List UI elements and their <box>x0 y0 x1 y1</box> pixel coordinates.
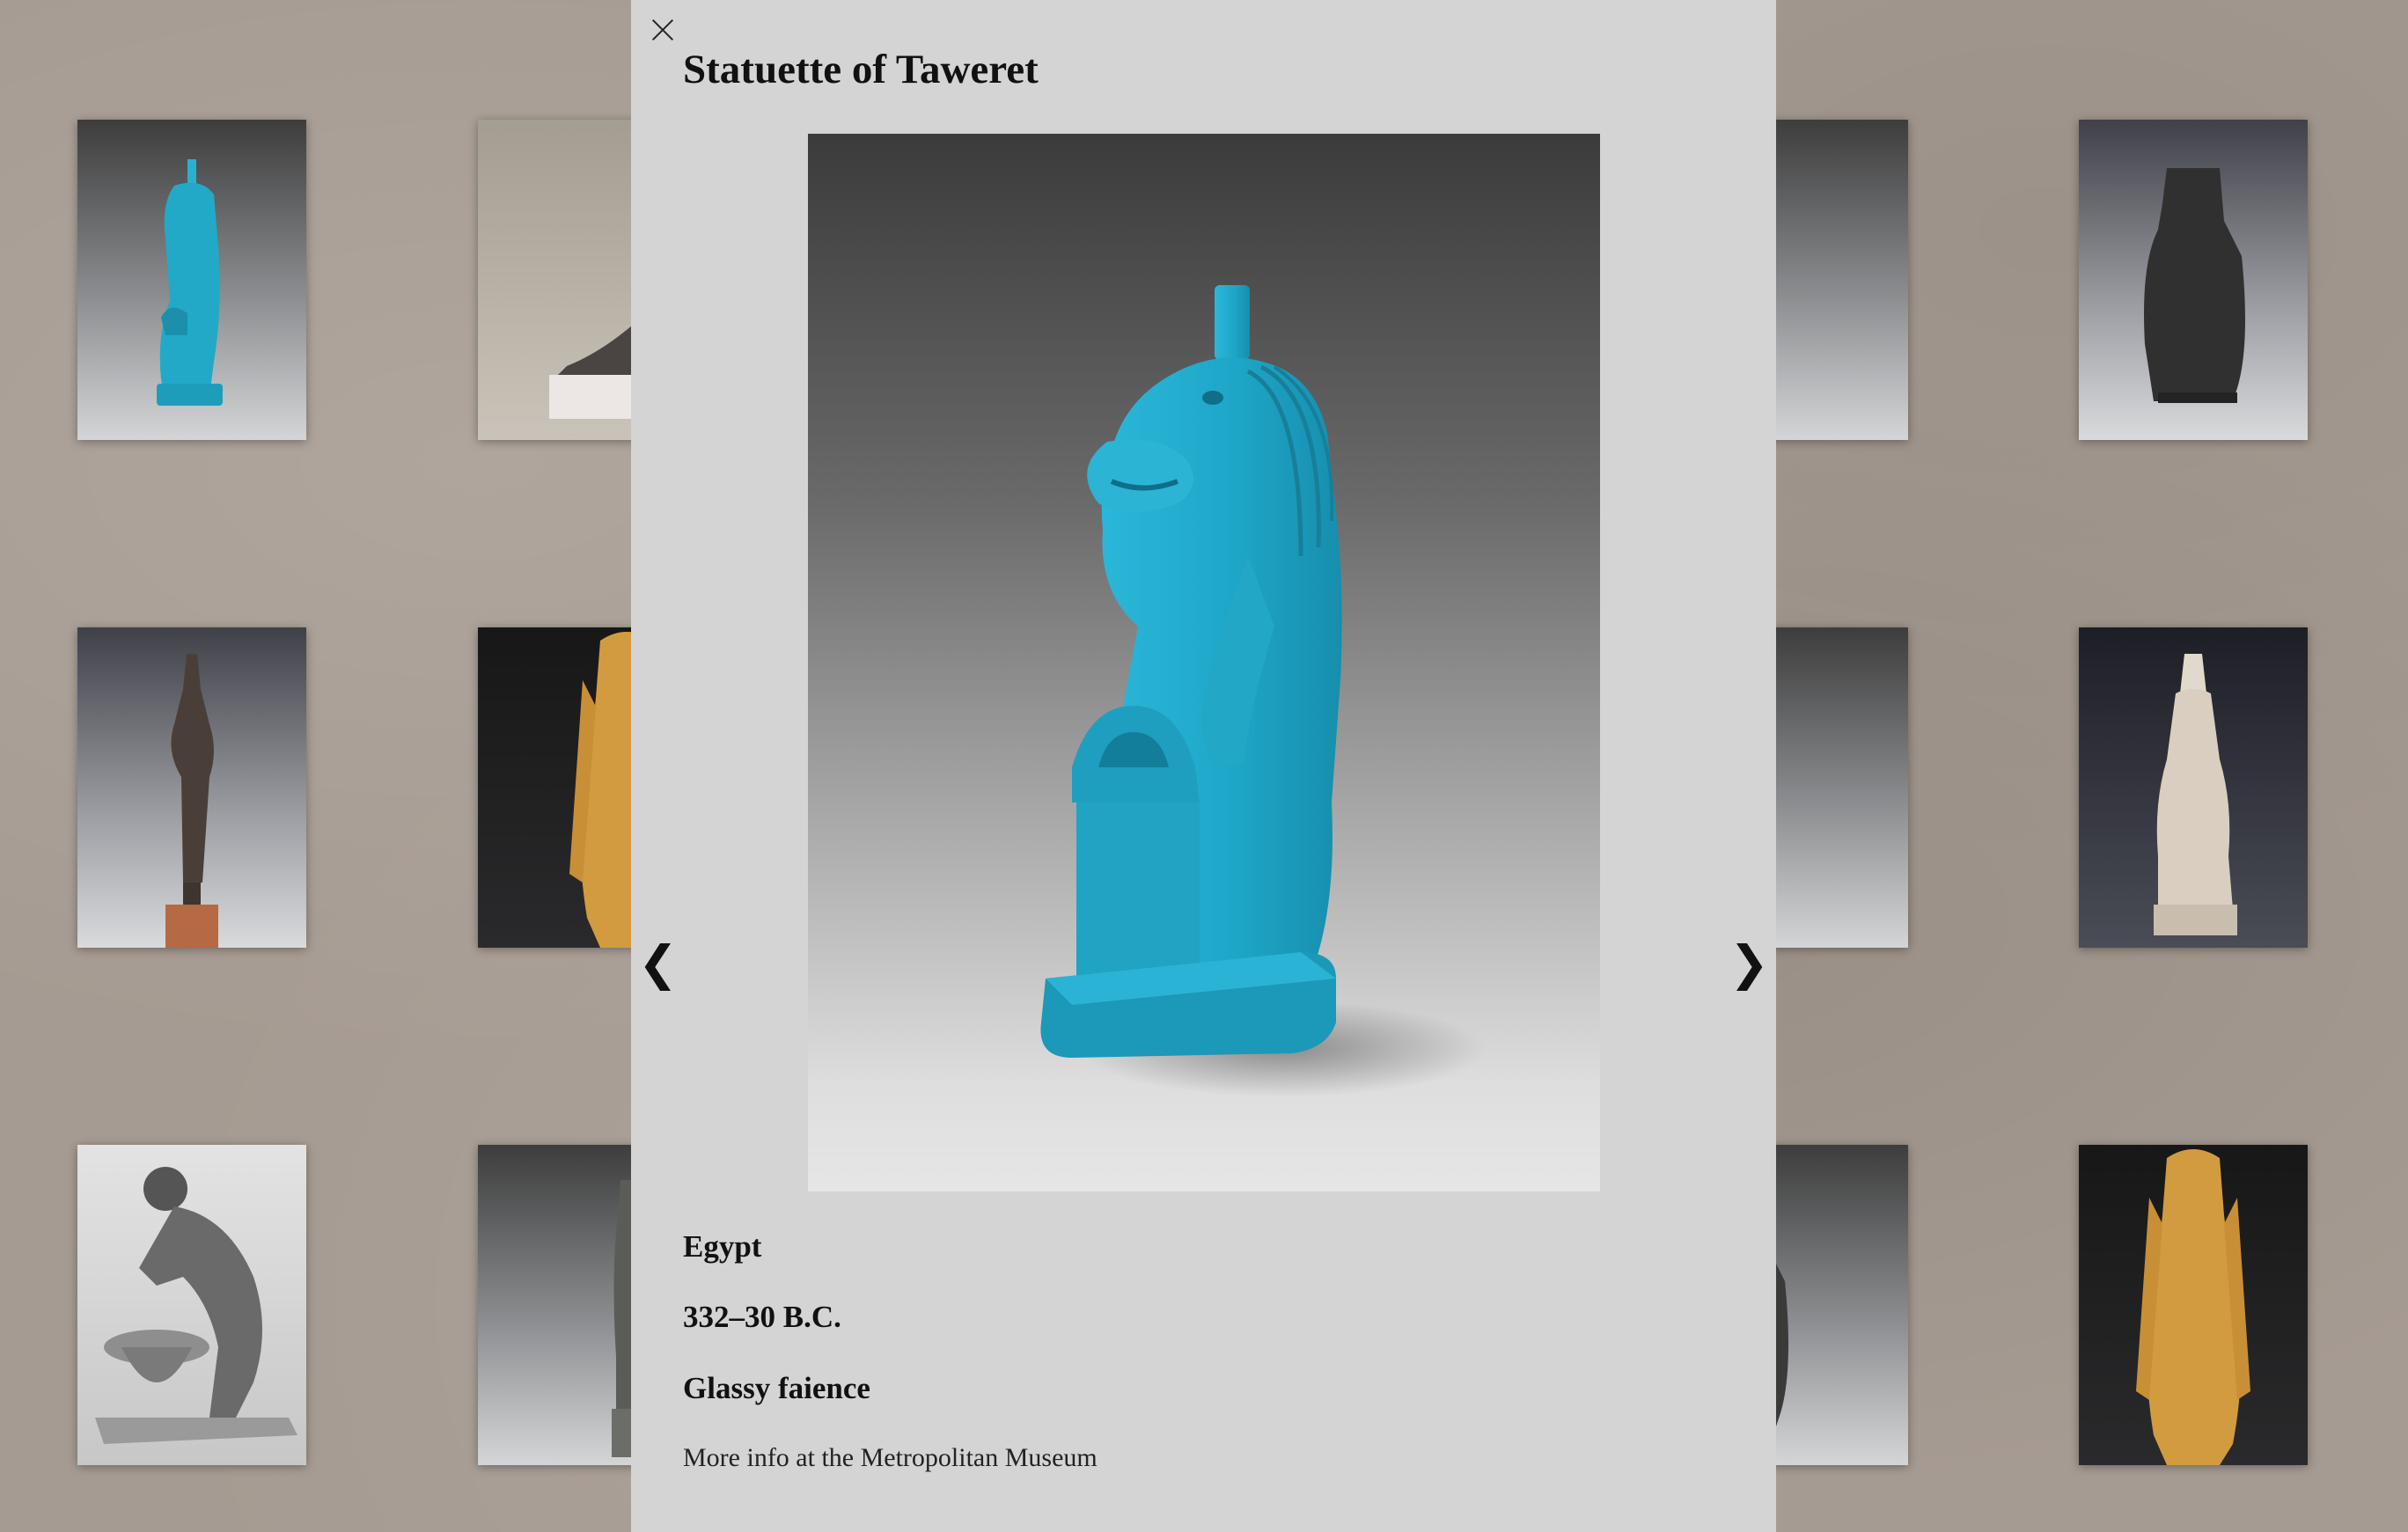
thumbnail-taweret[interactable] <box>77 120 306 440</box>
thumbnail-female-figure-right[interactable] <box>2079 1145 2308 1465</box>
kneeling-king-thumb <box>2154 654 2237 935</box>
taweret-statuette-image <box>1040 285 1486 1097</box>
thumbnail-osiris[interactable] <box>77 627 306 948</box>
artwork-main-image <box>808 134 1600 1191</box>
artwork-culture: Egypt <box>683 1229 762 1264</box>
previous-arrow-icon[interactable]: ❮ <box>638 940 678 987</box>
woman-grinding-thumb <box>95 1167 297 1444</box>
artwork-title: Statuette of Taweret <box>683 47 1039 92</box>
more-info-link[interactable]: More info at the Metropolitan Museum <box>683 1443 1098 1473</box>
thumbnail-kneeling-king[interactable] <box>2079 627 2308 948</box>
artwork-medium: Glassy faience <box>683 1371 870 1405</box>
close-icon[interactable] <box>647 14 679 46</box>
thumbnail-block-statue[interactable] <box>2079 120 2308 440</box>
taweret-thumb-figure <box>157 159 223 406</box>
female-figure-right-thumb <box>2136 1149 2250 1465</box>
artwork-modal: Statuette of Taweret ❮ ❯ Egypt 332–30 B.… <box>631 0 1776 1532</box>
osiris-thumb-figure <box>165 654 218 948</box>
next-arrow-icon[interactable]: ❯ <box>1729 940 1769 987</box>
block-statue-thumb <box>2144 168 2245 403</box>
thumbnail-woman-grinding[interactable] <box>77 1145 306 1465</box>
artwork-date: 332–30 B.C. <box>683 1300 841 1334</box>
